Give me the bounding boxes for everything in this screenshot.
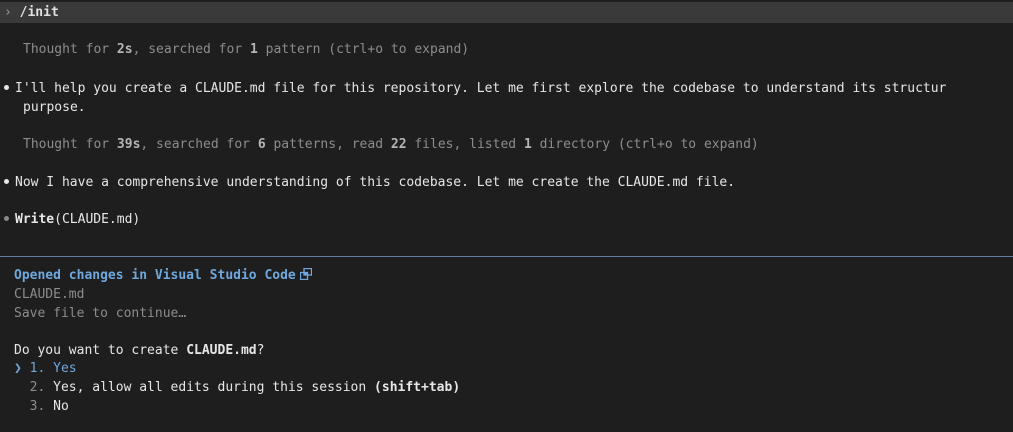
tool-name: Write: [15, 212, 55, 227]
option-2[interactable]: 2. Yes, allow all edits during this sess…: [14, 378, 460, 397]
option-number: 3.: [29, 399, 46, 414]
assistant-message-1: I'll help you create a CLAUDE.md file fo…: [0, 79, 946, 98]
thought-count: 1: [523, 137, 532, 152]
thought-count: 1: [249, 42, 258, 57]
thought-text: patterns, read: [265, 137, 391, 152]
thought-prefix: Thought for: [23, 137, 117, 152]
option-number: 1.: [29, 361, 46, 376]
thought-time: 2s: [116, 42, 133, 57]
panel-title-text: Opened changes in Visual Studio Code: [14, 268, 296, 283]
thought-count: 22: [390, 137, 407, 152]
command-line: › /init: [4, 3, 59, 22]
thought-time: 39s: [116, 137, 141, 152]
thought-text: , searched for: [132, 42, 250, 57]
thought-count: 6: [257, 137, 266, 152]
message-text: Now I have a comprehensive understanding…: [15, 175, 736, 190]
question-file: CLAUDE.md: [186, 343, 257, 358]
tool-bullet-icon: [4, 216, 9, 221]
tool-call-write: Write(CLAUDE.md): [0, 210, 140, 229]
assistant-message-1-cont: purpose.: [23, 100, 86, 115]
thought-text: files, listed: [406, 137, 524, 152]
thought-prefix: Thought for: [23, 42, 117, 57]
option-label: Yes, allow all edits during this session: [53, 380, 375, 395]
selector-chevron-icon: ❯: [14, 361, 22, 376]
option-3[interactable]: 3. No: [14, 397, 69, 416]
message-bullet-icon: [4, 85, 9, 90]
option-shortcut: (shift+tab): [374, 380, 461, 395]
tool-arg: (CLAUDE.md): [54, 212, 141, 227]
thought-text: , searched for: [140, 137, 258, 152]
panel-hint: Save file to continue…: [14, 306, 187, 321]
panel-divider: [0, 256, 1013, 257]
command-text: /init: [19, 5, 59, 20]
message-bullet-icon: [4, 179, 9, 184]
external-window-icon[interactable]: [299, 268, 312, 280]
prompt-glyph: ›: [4, 5, 12, 20]
option-1[interactable]: ❯ 1. Yes: [14, 359, 77, 378]
message-text: I'll help you create a CLAUDE.md file fo…: [15, 81, 947, 96]
option-label: Yes: [53, 361, 77, 376]
assistant-message-2: Now I have a comprehensive understanding…: [0, 173, 735, 192]
thought-text: directory (ctrl+o to expand): [531, 137, 759, 152]
thought-summary-1[interactable]: Thought for 2s, searched for 1 pattern (…: [23, 40, 469, 59]
thought-summary-2[interactable]: Thought for 39s, searched for 6 patterns…: [23, 135, 759, 154]
panel-title: Opened changes in Visual Studio Code: [14, 266, 312, 285]
thought-text: pattern (ctrl+o to expand): [257, 42, 470, 57]
option-number: 2.: [29, 380, 46, 395]
question-text: ?: [256, 343, 265, 358]
option-label: No: [53, 399, 69, 414]
panel-filename: CLAUDE.md: [14, 287, 85, 302]
question-text: Do you want to create: [14, 343, 187, 358]
command-bar: › /init: [0, 2, 1013, 23]
confirm-question: Do you want to create CLAUDE.md?: [14, 341, 264, 360]
